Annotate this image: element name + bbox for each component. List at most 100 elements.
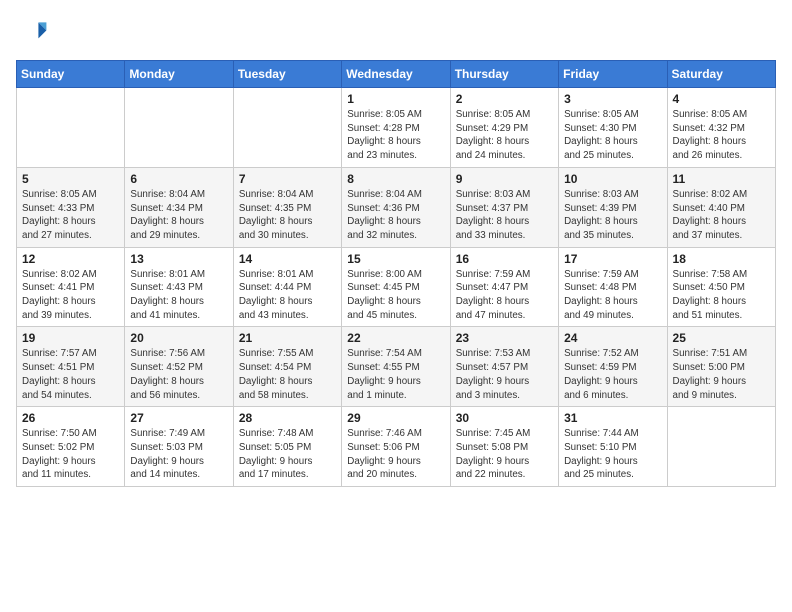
calendar-cell: 15 Sunrise: 8:00 AM Sunset: 4:45 PM Dayli…	[342, 247, 450, 327]
calendar-cell: 5 Sunrise: 8:05 AM Sunset: 4:33 PM Daylig…	[17, 167, 125, 247]
day-number: 4	[673, 92, 770, 106]
day-number: 3	[564, 92, 661, 106]
day-number: 19	[22, 331, 119, 345]
calendar-cell	[667, 407, 775, 487]
calendar-cell: 21 Sunrise: 7:55 AM Sunset: 4:54 PM Dayli…	[233, 327, 341, 407]
calendar-cell: 16 Sunrise: 7:59 AM Sunset: 4:47 PM Dayli…	[450, 247, 558, 327]
day-number: 18	[673, 252, 770, 266]
day-number: 29	[347, 411, 444, 425]
calendar-cell: 8 Sunrise: 8:04 AM Sunset: 4:36 PM Daylig…	[342, 167, 450, 247]
day-detail: Sunrise: 7:55 AM Sunset: 4:54 PM Dayligh…	[239, 347, 336, 402]
calendar-week-row: 26 Sunrise: 7:50 AM Sunset: 5:02 PM Dayli…	[17, 407, 776, 487]
day-detail: Sunrise: 8:04 AM Sunset: 4:36 PM Dayligh…	[347, 188, 444, 243]
calendar-cell: 30 Sunrise: 7:45 AM Sunset: 5:08 PM Dayli…	[450, 407, 558, 487]
calendar-week-row: 12 Sunrise: 8:02 AM Sunset: 4:41 PM Dayli…	[17, 247, 776, 327]
day-detail: Sunrise: 8:05 AM Sunset: 4:33 PM Dayligh…	[22, 188, 119, 243]
calendar-cell: 1 Sunrise: 8:05 AM Sunset: 4:28 PM Daylig…	[342, 88, 450, 168]
weekday-header: Friday	[559, 61, 667, 88]
calendar-cell: 28 Sunrise: 7:48 AM Sunset: 5:05 PM Dayli…	[233, 407, 341, 487]
day-number: 10	[564, 172, 661, 186]
calendar-cell: 19 Sunrise: 7:57 AM Sunset: 4:51 PM Dayli…	[17, 327, 125, 407]
day-number: 12	[22, 252, 119, 266]
weekday-header: Wednesday	[342, 61, 450, 88]
day-detail: Sunrise: 7:50 AM Sunset: 5:02 PM Dayligh…	[22, 427, 119, 482]
day-number: 22	[347, 331, 444, 345]
day-number: 31	[564, 411, 661, 425]
calendar-table: SundayMondayTuesdayWednesdayThursdayFrid…	[16, 60, 776, 487]
calendar-cell	[233, 88, 341, 168]
day-number: 13	[130, 252, 227, 266]
day-detail: Sunrise: 8:05 AM Sunset: 4:28 PM Dayligh…	[347, 108, 444, 163]
calendar-cell: 31 Sunrise: 7:44 AM Sunset: 5:10 PM Dayli…	[559, 407, 667, 487]
day-detail: Sunrise: 8:05 AM Sunset: 4:29 PM Dayligh…	[456, 108, 553, 163]
day-number: 9	[456, 172, 553, 186]
day-number: 2	[456, 92, 553, 106]
calendar-week-row: 5 Sunrise: 8:05 AM Sunset: 4:33 PM Daylig…	[17, 167, 776, 247]
day-detail: Sunrise: 8:05 AM Sunset: 4:32 PM Dayligh…	[673, 108, 770, 163]
weekday-header: Monday	[125, 61, 233, 88]
logo	[16, 16, 52, 48]
day-number: 11	[673, 172, 770, 186]
day-detail: Sunrise: 7:51 AM Sunset: 5:00 PM Dayligh…	[673, 347, 770, 402]
day-detail: Sunrise: 8:01 AM Sunset: 4:43 PM Dayligh…	[130, 268, 227, 323]
day-detail: Sunrise: 7:44 AM Sunset: 5:10 PM Dayligh…	[564, 427, 661, 482]
day-number: 21	[239, 331, 336, 345]
day-detail: Sunrise: 7:46 AM Sunset: 5:06 PM Dayligh…	[347, 427, 444, 482]
day-number: 25	[673, 331, 770, 345]
calendar-cell: 10 Sunrise: 8:03 AM Sunset: 4:39 PM Dayli…	[559, 167, 667, 247]
day-detail: Sunrise: 7:57 AM Sunset: 4:51 PM Dayligh…	[22, 347, 119, 402]
day-number: 20	[130, 331, 227, 345]
day-number: 16	[456, 252, 553, 266]
day-number: 28	[239, 411, 336, 425]
logo-icon	[16, 16, 48, 48]
calendar-cell: 6Sunrise: 8:04 AM Sunset: 4:34 PM Daylig…	[125, 167, 233, 247]
day-detail: Sunrise: 8:02 AM Sunset: 4:41 PM Dayligh…	[22, 268, 119, 323]
day-detail: Sunrise: 8:04 AM Sunset: 4:35 PM Dayligh…	[239, 188, 336, 243]
calendar-cell: 17 Sunrise: 7:59 AM Sunset: 4:48 PM Dayli…	[559, 247, 667, 327]
day-detail: Sunrise: 7:48 AM Sunset: 5:05 PM Dayligh…	[239, 427, 336, 482]
calendar-cell: 13 Sunrise: 8:01 AM Sunset: 4:43 PM Dayli…	[125, 247, 233, 327]
day-detail: Sunrise: 7:59 AM Sunset: 4:48 PM Dayligh…	[564, 268, 661, 323]
calendar-cell: 14Sunrise: 8:01 AM Sunset: 4:44 PM Dayli…	[233, 247, 341, 327]
calendar-header: SundayMondayTuesdayWednesdayThursdayFrid…	[17, 61, 776, 88]
day-number: 26	[22, 411, 119, 425]
day-number: 15	[347, 252, 444, 266]
day-number: 1	[347, 92, 444, 106]
calendar-cell: 20Sunrise: 7:56 AM Sunset: 4:52 PM Dayli…	[125, 327, 233, 407]
calendar-cell: 11 Sunrise: 8:02 AM Sunset: 4:40 PM Dayli…	[667, 167, 775, 247]
day-number: 17	[564, 252, 661, 266]
day-detail: Sunrise: 8:03 AM Sunset: 4:39 PM Dayligh…	[564, 188, 661, 243]
day-number: 30	[456, 411, 553, 425]
page-header	[16, 16, 776, 48]
day-detail: Sunrise: 8:02 AM Sunset: 4:40 PM Dayligh…	[673, 188, 770, 243]
day-detail: Sunrise: 7:45 AM Sunset: 5:08 PM Dayligh…	[456, 427, 553, 482]
calendar-cell: 4 Sunrise: 8:05 AM Sunset: 4:32 PM Daylig…	[667, 88, 775, 168]
day-detail: Sunrise: 8:03 AM Sunset: 4:37 PM Dayligh…	[456, 188, 553, 243]
calendar-week-row: 19 Sunrise: 7:57 AM Sunset: 4:51 PM Dayli…	[17, 327, 776, 407]
weekday-row: SundayMondayTuesdayWednesdayThursdayFrid…	[17, 61, 776, 88]
calendar-cell: 26 Sunrise: 7:50 AM Sunset: 5:02 PM Dayli…	[17, 407, 125, 487]
calendar-cell: 27Sunrise: 7:49 AM Sunset: 5:03 PM Dayli…	[125, 407, 233, 487]
day-number: 7	[239, 172, 336, 186]
calendar-cell	[125, 88, 233, 168]
day-detail: Sunrise: 8:04 AM Sunset: 4:34 PM Dayligh…	[130, 188, 227, 243]
calendar-cell: 18 Sunrise: 7:58 AM Sunset: 4:50 PM Dayli…	[667, 247, 775, 327]
day-detail: Sunrise: 7:54 AM Sunset: 4:55 PM Dayligh…	[347, 347, 444, 402]
calendar-cell	[17, 88, 125, 168]
day-detail: Sunrise: 7:53 AM Sunset: 4:57 PM Dayligh…	[456, 347, 553, 402]
calendar-cell: 2 Sunrise: 8:05 AM Sunset: 4:29 PM Daylig…	[450, 88, 558, 168]
day-number: 14	[239, 252, 336, 266]
day-number: 5	[22, 172, 119, 186]
day-detail: Sunrise: 8:00 AM Sunset: 4:45 PM Dayligh…	[347, 268, 444, 323]
calendar-body: 1 Sunrise: 8:05 AM Sunset: 4:28 PM Daylig…	[17, 88, 776, 487]
day-number: 8	[347, 172, 444, 186]
day-detail: Sunrise: 7:58 AM Sunset: 4:50 PM Dayligh…	[673, 268, 770, 323]
day-detail: Sunrise: 7:52 AM Sunset: 4:59 PM Dayligh…	[564, 347, 661, 402]
day-detail: Sunrise: 7:59 AM Sunset: 4:47 PM Dayligh…	[456, 268, 553, 323]
calendar-cell: 7 Sunrise: 8:04 AM Sunset: 4:35 PM Daylig…	[233, 167, 341, 247]
weekday-header: Thursday	[450, 61, 558, 88]
day-number: 23	[456, 331, 553, 345]
weekday-header: Sunday	[17, 61, 125, 88]
calendar-cell: 29 Sunrise: 7:46 AM Sunset: 5:06 PM Dayli…	[342, 407, 450, 487]
calendar-cell: 23 Sunrise: 7:53 AM Sunset: 4:57 PM Dayli…	[450, 327, 558, 407]
